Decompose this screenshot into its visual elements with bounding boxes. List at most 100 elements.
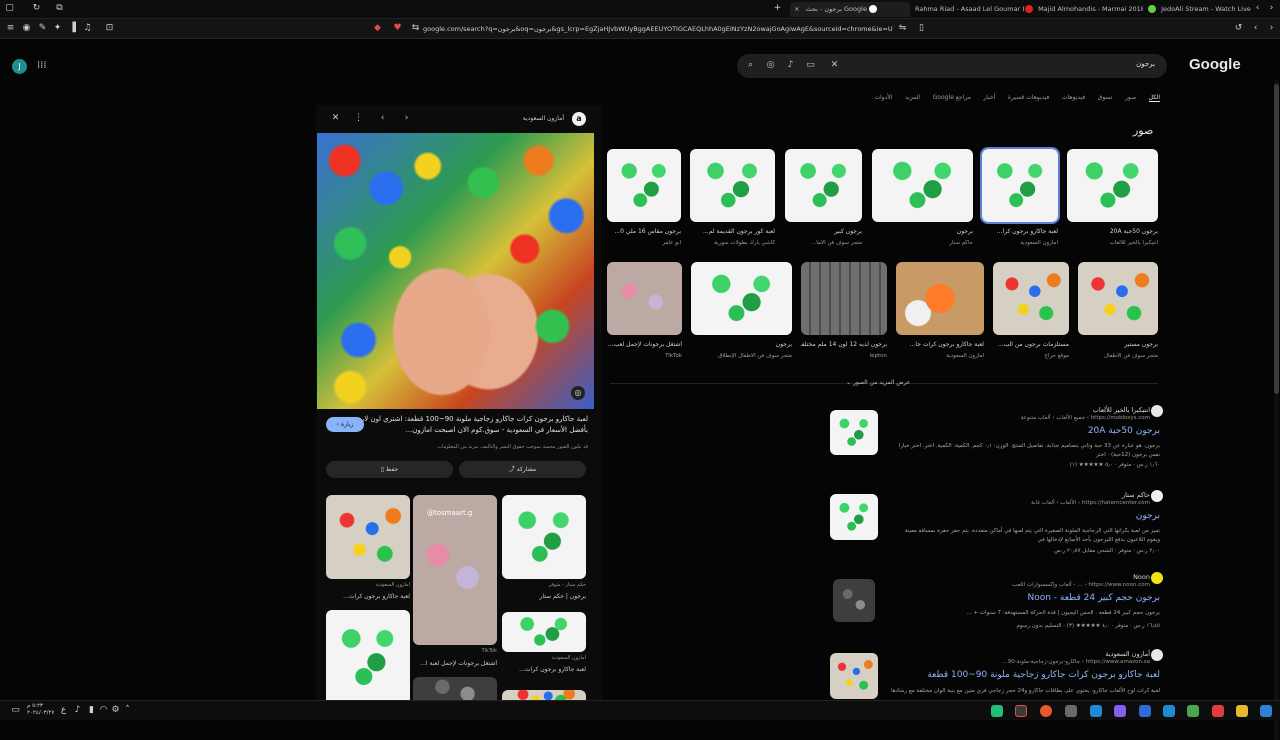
filter-videos[interactable]: فيديوهات	[1062, 94, 1085, 101]
search-input[interactable]: برجون	[1136, 60, 1155, 68]
apps-grid-icon[interactable]: ⁞⁞⁞	[37, 60, 47, 71]
panel-main-image[interactable]	[317, 133, 594, 409]
related-image[interactable]	[326, 610, 410, 705]
security-icon[interactable]: ⇆	[410, 23, 421, 34]
volume-icon[interactable]: ♪	[72, 705, 83, 716]
search-icon[interactable]: ⌕	[745, 60, 756, 71]
location-icon[interactable]: ◉	[21, 23, 32, 34]
menu-icon[interactable]: ≡	[5, 23, 16, 34]
reload-icon[interactable]: ↻	[31, 3, 42, 14]
filter-news[interactable]: أخبار	[983, 94, 995, 101]
image-caption[interactable]: لعبة كور برجون القديمة لم...	[690, 228, 775, 235]
tab-jedoali[interactable]: JedoAli Stream - Watch Live on	[1148, 2, 1253, 17]
filter-short-videos[interactable]: فيديوهات قصيرة	[1008, 94, 1049, 101]
image-result-5[interactable]	[690, 149, 775, 222]
firefox-icon[interactable]	[1040, 705, 1052, 717]
result-site[interactable]: حاكم ستار	[1122, 491, 1150, 499]
keyboard-icon[interactable]: ▭	[805, 60, 816, 71]
related-caption[interactable]: لعبة جاكارو برجون كرات...	[502, 666, 586, 673]
home-icon[interactable]	[1163, 705, 1175, 717]
tab-rahma[interactable]: Rahma Riad - Asaad Lel Goumar (Of)	[915, 2, 1025, 17]
result-url[interactable]: https://moblosys.com › جميع الألعاب › أل…	[1021, 415, 1150, 421]
result-site[interactable]: Noon	[1133, 573, 1150, 581]
tab-majid[interactable]: Majid Almohandis - Marmai 2018 |	[1025, 2, 1143, 17]
result-title[interactable]: برجون	[1136, 511, 1160, 521]
window-menu-icon[interactable]: ▢	[4, 3, 15, 14]
result-thumbnail[interactable]	[830, 653, 878, 699]
related-image[interactable]	[502, 612, 586, 652]
result-site[interactable]: أمازون السعودية	[1105, 650, 1150, 658]
save-button[interactable]: ▯ حفظ	[326, 461, 453, 478]
tab-active[interactable]: × برجون - بحث Google	[790, 2, 910, 17]
twitch-icon[interactable]	[1114, 705, 1126, 717]
image-caption[interactable]: لعبة جاكارو برجون كرات جا...	[896, 341, 984, 348]
result-thumbnail[interactable]	[830, 410, 878, 455]
chevron-left-icon[interactable]: ‹	[377, 113, 388, 124]
microphone-icon[interactable]: ♪	[785, 60, 796, 71]
image-result-11[interactable]	[691, 262, 792, 335]
filter-more[interactable]: المزيد	[905, 94, 920, 101]
more-images-button[interactable]: ⌄ عرض المزيد من الصور	[846, 379, 910, 386]
lens-icon[interactable]: ◎	[571, 386, 585, 400]
image-result-6[interactable]	[607, 149, 681, 222]
chevron-left-icon[interactable]: ‹	[1252, 3, 1263, 14]
image-result-9[interactable]	[896, 262, 984, 335]
image-caption[interactable]: برجون لديه 12 لون 14 ملم مختلفة...	[801, 341, 887, 348]
filter-shopping[interactable]: تسوق	[1098, 94, 1113, 101]
image-result-3[interactable]	[872, 149, 973, 222]
extension-icon[interactable]: ✦	[52, 23, 63, 34]
terminal-icon[interactable]	[1065, 705, 1077, 717]
app-green-icon[interactable]	[1187, 705, 1199, 717]
language-icon[interactable]: ع	[58, 705, 69, 716]
result-title[interactable]: لعبة جاكارو برجون كرات جاكارو زجاجية ملو…	[927, 670, 1160, 680]
image-caption[interactable]: برجون مستير	[1078, 341, 1158, 348]
result-title[interactable]: برجون 50حبة 20A	[1088, 426, 1160, 436]
clear-search-icon[interactable]: ✕	[829, 60, 840, 71]
battery-icon[interactable]: ▮	[86, 705, 97, 716]
tab-search-icon[interactable]: ⧉	[54, 3, 65, 14]
related-image[interactable]: @tosmaart.g	[413, 495, 497, 645]
bookmark-icon[interactable]: ▯	[916, 23, 927, 34]
related-image[interactable]	[326, 495, 410, 579]
close-icon[interactable]: ✕	[330, 113, 341, 124]
filter-all[interactable]: الكل	[1148, 94, 1160, 102]
search-box[interactable]: ⌕ ◎ ♪ ▭ ✕ برجون	[737, 54, 1167, 78]
chevron-right-icon[interactable]: ›	[1266, 3, 1277, 14]
filter-images[interactable]: صور	[1125, 94, 1136, 101]
new-tab-icon[interactable]: +	[772, 3, 783, 14]
panel-title[interactable]: لعبة جاكارو برجون كرات جاكارو زجاجية ملو…	[338, 414, 588, 436]
page-scrollbar[interactable]	[1274, 80, 1279, 740]
scrollbar-thumb[interactable]	[1274, 84, 1279, 394]
result-url[interactable]: https://www.amazon.sa › جاكارو-برجون-زجا…	[1002, 659, 1150, 665]
vpn-icon[interactable]: ♥	[392, 23, 403, 34]
browser-active-icon[interactable]	[1015, 705, 1027, 717]
visit-button[interactable]: ‹ زيارة	[326, 417, 364, 432]
more-options-icon[interactable]: ⋮	[353, 113, 364, 124]
image-caption[interactable]: أشتغل برجونات لإجمل لعب...	[607, 341, 682, 348]
image-caption[interactable]: برجون كبير	[785, 228, 862, 235]
result-thumbnail[interactable]	[830, 494, 878, 540]
image-caption[interactable]: برجون 50حبة 20A	[1067, 228, 1158, 235]
close-tab-icon[interactable]: ×	[794, 5, 799, 13]
image-caption[interactable]: برجون مقاس 16 ملي 0...	[607, 228, 681, 235]
brave-icon[interactable]	[1212, 705, 1224, 717]
translate-icon[interactable]: ⇋	[897, 23, 908, 34]
result-url[interactable]: https://www.noon.com › ... › ألعاب وإكسس…	[1012, 582, 1150, 588]
store-icon[interactable]	[1090, 705, 1102, 717]
chevron-right-icon[interactable]: ›	[401, 113, 412, 124]
image-result-10[interactable]	[801, 262, 887, 335]
filter-google-reviews[interactable]: مراجع Google	[933, 94, 971, 101]
related-caption[interactable]: لعبة جاكارو برجون كرات...	[326, 593, 410, 600]
result-title[interactable]: برجون حجم كبير 24 قطعة - Noon	[1027, 593, 1160, 603]
image-result-12[interactable]	[607, 262, 682, 335]
music-icon[interactable]: ♫	[82, 23, 93, 34]
related-caption[interactable]: أشتغل برجونات لإجمل لعبة ا...	[413, 660, 497, 667]
chevron-up-icon[interactable]: ˄	[122, 705, 133, 716]
image-result-2[interactable]	[980, 147, 1060, 224]
nav-icon[interactable]: ›	[1266, 23, 1277, 34]
address-bar[interactable]: google.com/search?q=برجون&oq=برجون&gs_lc…	[423, 23, 893, 35]
filter-tools[interactable]: الأدوات	[874, 94, 892, 101]
avatar[interactable]: J	[12, 59, 27, 74]
windows-start-icon[interactable]	[1260, 705, 1272, 717]
screenshot-icon[interactable]: ⊡	[104, 23, 115, 34]
